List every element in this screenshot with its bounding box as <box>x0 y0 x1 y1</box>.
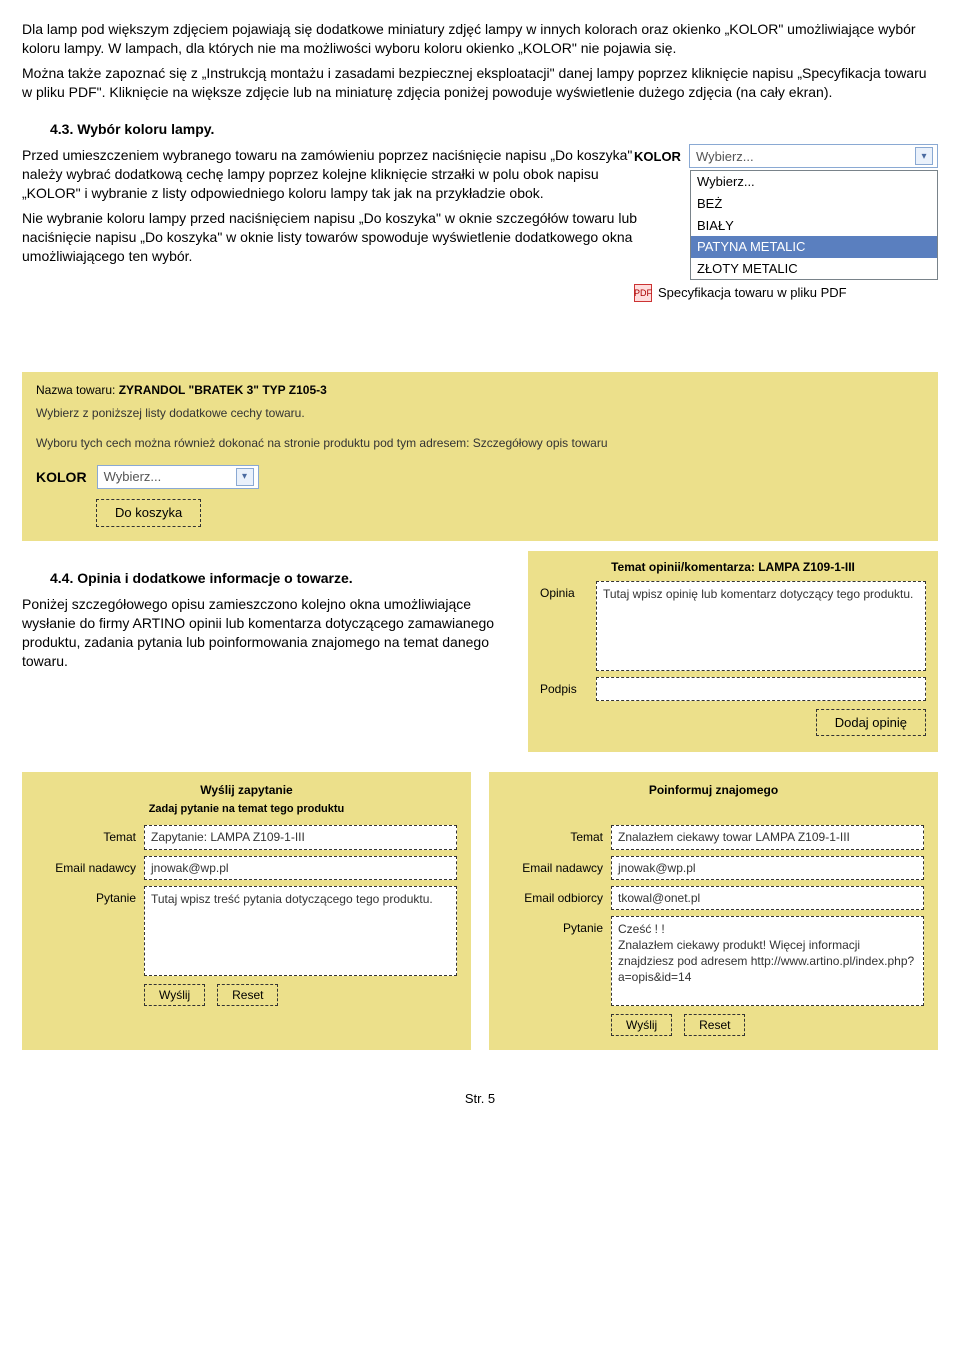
sec43-row: Przed umieszczeniem wybranego towaru na … <box>22 146 938 366</box>
intro-p1: Dla lamp pod większym zdjęciem pojawiają… <box>22 20 938 58</box>
inform-question-textarea[interactable]: Cześć ! ! Znalazłem ciekawy produkt! Wię… <box>611 916 924 1006</box>
opinion-title: Temat opinii/komentarza: LAMPA Z109-1-II… <box>540 559 926 575</box>
product-name-line: Nazwa towaru: ZYRANDOL "BRATEK 3" TYP Z1… <box>36 382 924 398</box>
inform-subject-input[interactable]: Znalazłem ciekawy towar LAMPA Z109-1-III <box>611 825 924 849</box>
sec44-heading: 4.4. Opinia i dodatkowe informacje o tow… <box>50 569 512 588</box>
inquiry-sender-input[interactable]: jnowak@wp.pl <box>144 856 457 880</box>
chevron-down-icon: ▾ <box>236 468 254 486</box>
opinion-row: Opinia Tutaj wpisz opinię lub komentarz … <box>540 581 926 671</box>
opinion-panel: Temat opinii/komentarza: LAMPA Z109-1-II… <box>528 551 938 753</box>
opinion-label: Opinia <box>540 581 596 601</box>
inquiry-subject-label: Temat <box>36 825 144 845</box>
feature-hint1: Wybierz z poniższej listy dodatkowe cech… <box>36 405 924 421</box>
inquiry-subject-input[interactable]: Zapytanie: LAMPA Z109-1-III <box>144 825 457 849</box>
inquiry-question-label: Pytanie <box>36 886 144 906</box>
signature-row: Podpis <box>540 677 926 701</box>
kolor-select-text: Wybierz... <box>696 148 754 166</box>
spec-pdf-row[interactable]: PDF Specyfikacja towaru w pliku PDF <box>634 284 938 302</box>
inform-sub <box>503 802 924 817</box>
signature-input[interactable] <box>596 677 926 701</box>
inquiry-card: Wyślij zapytanie Zadaj pytanie na temat … <box>22 772 471 1050</box>
inquiry-head: Wyślij zapytanie <box>36 782 457 798</box>
panel-kolor-select[interactable]: Wybierz... ▾ <box>97 465 259 489</box>
inform-recip-input[interactable]: tkowal@onet.pl <box>611 886 924 910</box>
intro-p2: Można także zapoznać się z „Instrukcją m… <box>22 64 938 102</box>
sec44-left: 4.4. Opinia i dodatkowe informacje o tow… <box>22 551 512 753</box>
chevron-down-icon: ▾ <box>915 147 933 165</box>
kolor-option[interactable]: ZŁOTY METALIC <box>691 258 937 280</box>
add-to-cart-button[interactable]: Do koszyka <box>96 499 201 527</box>
inform-head: Poinformuj znajomego <box>503 782 924 798</box>
inform-question-label: Pytanie <box>503 916 611 936</box>
pdf-icon: PDF <box>634 284 652 302</box>
inquiry-send-button[interactable]: Wyślij <box>144 984 205 1006</box>
kolor-option-selected[interactable]: PATYNA METALIC <box>691 236 937 258</box>
kolor-select-row: KOLOR Wybierz... ▾ <box>634 144 938 168</box>
panel-kolor-label: KOLOR <box>36 468 87 487</box>
kolor-options-list[interactable]: Wybierz... BEŻ BIAŁY PATYNA METALIC ZŁOT… <box>690 170 938 280</box>
sec43-p1: Przed umieszczeniem wybranego towaru na … <box>22 146 652 203</box>
sec43-heading: 4.3. Wybór koloru lampy. <box>50 120 938 139</box>
inform-recip-label: Email odbiorcy <box>503 886 611 906</box>
inquiry-sender-label: Email nadawcy <box>36 856 144 876</box>
inform-subject-label: Temat <box>503 825 611 845</box>
kolor-widget: KOLOR Wybierz... ▾ Wybierz... BEŻ BIAŁY … <box>634 144 938 302</box>
opinion-textarea[interactable]: Tutaj wpisz opinię lub komentarz dotyczą… <box>596 581 926 671</box>
page-footer: Str. 5 <box>22 1090 938 1108</box>
bottom-forms-row: Wyślij zapytanie Zadaj pytanie na temat … <box>22 772 938 1050</box>
inform-sender-input[interactable]: jnowak@wp.pl <box>611 856 924 880</box>
sec43-p2: Nie wybranie koloru lampy przed naciśnię… <box>22 209 652 266</box>
product-name-label: Nazwa towaru: <box>36 383 115 397</box>
inform-reset-button[interactable]: Reset <box>684 1014 745 1036</box>
kolor-option[interactable]: BEŻ <box>691 193 937 215</box>
signature-label: Podpis <box>540 677 596 697</box>
feature-hint2: Wyboru tych cech można również dokonać n… <box>36 435 924 451</box>
sec43-text: Przed umieszczeniem wybranego towaru na … <box>22 146 652 265</box>
panel-kolor-text: Wybierz... <box>104 468 162 486</box>
opinion-btn-row: Dodaj opinię <box>540 709 926 737</box>
product-name-value: ZYRANDOL "BRATEK 3" TYP Z105-3 <box>119 383 327 397</box>
feature-panel: Nazwa towaru: ZYRANDOL "BRATEK 3" TYP Z1… <box>22 372 938 540</box>
panel-kolor-row: KOLOR Wybierz... ▾ <box>36 465 924 489</box>
sec44-row: 4.4. Opinia i dodatkowe informacje o tow… <box>22 551 938 753</box>
kolor-option[interactable]: Wybierz... <box>691 171 937 193</box>
kolor-option[interactable]: BIAŁY <box>691 215 937 237</box>
add-opinion-button[interactable]: Dodaj opinię <box>816 709 926 737</box>
kolor-select[interactable]: Wybierz... ▾ <box>689 144 938 168</box>
spec-pdf-link[interactable]: Specyfikacja towaru w pliku PDF <box>658 284 847 302</box>
inform-send-button[interactable]: Wyślij <box>611 1014 672 1036</box>
inquiry-question-textarea[interactable]: Tutaj wpisz treść pytania dotyczącego te… <box>144 886 457 976</box>
inquiry-reset-button[interactable]: Reset <box>217 984 278 1006</box>
panel-btn-row: Do koszyka <box>96 499 924 527</box>
inform-sender-label: Email nadawcy <box>503 856 611 876</box>
sec44-p1: Poniżej szczegółowego opisu zamieszczono… <box>22 595 512 671</box>
inform-card: Poinformuj znajomego Temat Znalazłem cie… <box>489 772 938 1050</box>
kolor-label: KOLOR <box>634 148 681 166</box>
inquiry-sub: Zadaj pytanie na temat tego produktu <box>36 802 457 817</box>
